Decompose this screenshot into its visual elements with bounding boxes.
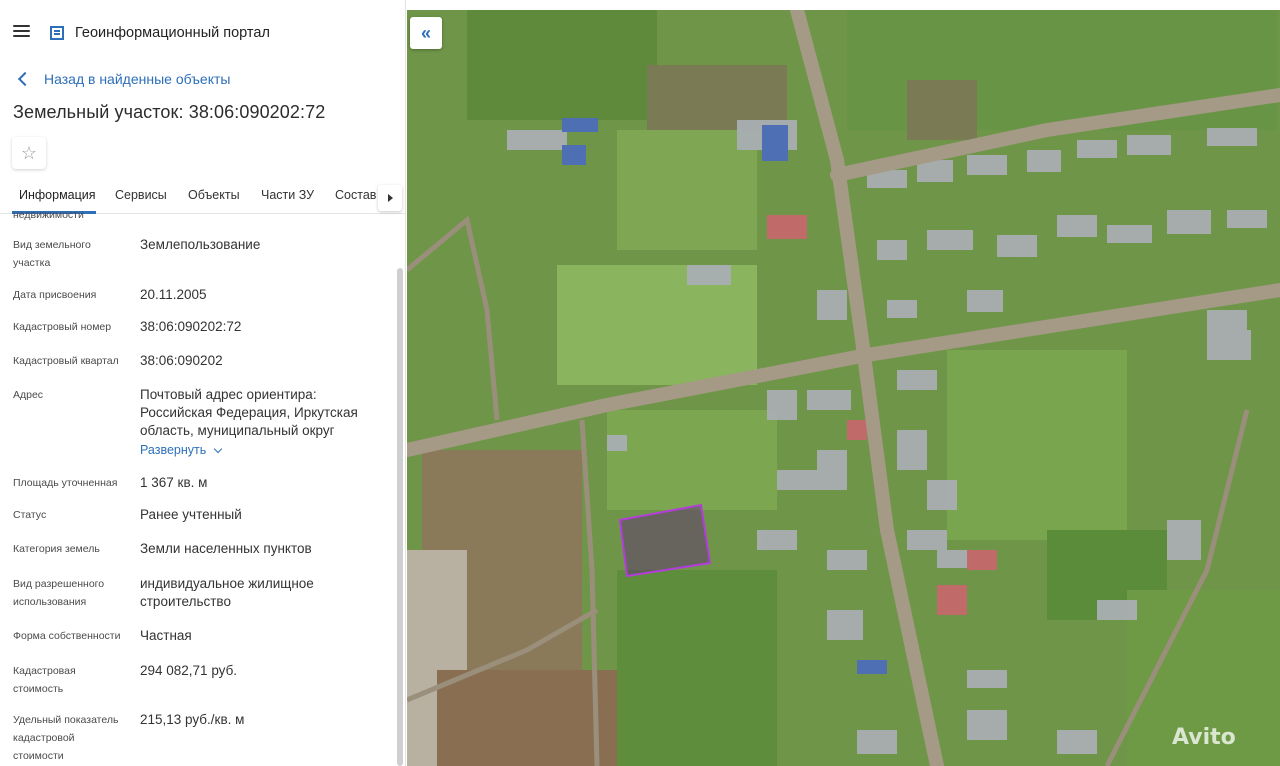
cut-off-label: недвижимости — [13, 209, 84, 221]
info-label: Вид разрешенного использования — [13, 578, 105, 608]
info-value: Земли населенных пунктов — [140, 541, 312, 556]
panel-scrollbar[interactable] — [397, 268, 403, 766]
tab-composition[interactable]: Состав — [335, 188, 376, 202]
info-label: Дата присвоения — [13, 289, 97, 301]
chevron-down-icon — [214, 444, 223, 453]
info-label: Адрес — [13, 389, 44, 401]
info-value: индивидуальное жилищное строительство — [140, 576, 314, 609]
info-value: Ранее учтенный — [140, 507, 242, 522]
info-label: Статус — [13, 509, 47, 521]
portal-logo-icon — [50, 26, 64, 40]
tab-parts[interactable]: Части ЗУ — [261, 188, 314, 202]
info-label: Форма собственности — [13, 630, 121, 642]
expand-address-link[interactable]: Развернуть — [140, 443, 223, 457]
object-title: Земельный участок: 38:06:090202:72 — [13, 102, 326, 122]
caret-right-icon — [387, 194, 393, 202]
app-title: Геоинформационный портал — [75, 25, 270, 41]
info-value: Частная — [140, 628, 192, 643]
info-value: 20.11.2005 — [140, 287, 207, 302]
side-panel: Геоинформационный портал Назад в найденн… — [0, 0, 406, 766]
info-value: Землепользование — [140, 237, 261, 252]
tab-objects[interactable]: Объекты — [188, 188, 240, 202]
info-label: Кадастровая стоимость — [13, 665, 76, 695]
info-value: Почтовый адрес ориентира: Российская Фед… — [140, 387, 358, 438]
menu-icon[interactable] — [12, 22, 34, 44]
info-label: Площадь уточненная — [13, 477, 118, 489]
top-bar: Геоинформационный портал — [0, 0, 405, 64]
tab-services[interactable]: Сервисы — [115, 188, 167, 202]
info-label: Кадастровый квартал — [13, 355, 119, 367]
back-to-results-link[interactable]: Назад в найденные объекты — [16, 70, 230, 88]
info-label: Вид земельного участка — [13, 239, 91, 269]
tab-information[interactable]: Информация — [19, 188, 96, 202]
satellite-map[interactable]: Avito — [407, 10, 1280, 766]
info-value: 38:06:090202 — [140, 353, 223, 368]
avito-watermark: Avito — [1172, 725, 1236, 750]
info-label: Кадастровый номер — [13, 321, 112, 333]
double-chevron-left-icon[interactable]: « — [410, 17, 442, 49]
info-value: 294 082,71 руб. — [140, 663, 238, 678]
info-value: 1 367 кв. м — [140, 475, 208, 490]
satellite-imagery — [407, 10, 1280, 766]
chevron-left-icon — [17, 71, 33, 87]
info-value: 38:06:090202:72 — [140, 319, 242, 334]
favorite-star-icon[interactable]: ☆ — [12, 137, 46, 169]
expand-label: Развернуть — [140, 443, 207, 457]
info-value: 215,13 руб./кв. м — [140, 712, 245, 727]
info-label: Удельный показатель кадастровой стоимост… — [13, 714, 119, 762]
back-link-label: Назад в найденные объекты — [44, 71, 231, 87]
info-list: недвижимости Вид земельного участка Земл… — [0, 206, 396, 766]
info-label: Категория земель — [13, 543, 100, 555]
